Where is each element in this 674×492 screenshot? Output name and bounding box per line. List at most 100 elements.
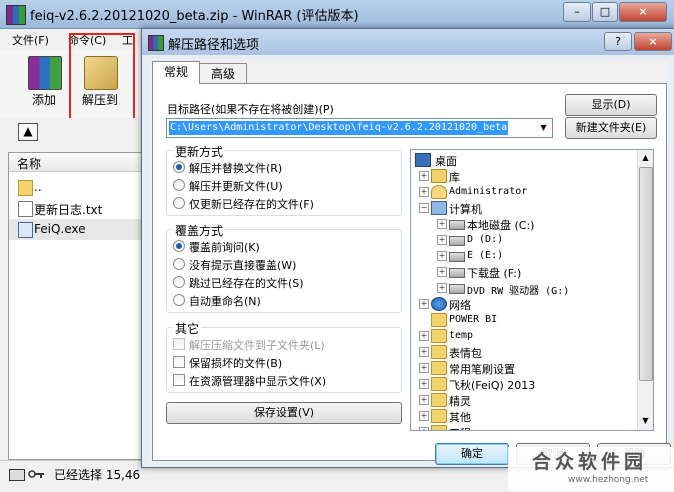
- radio-indicator: [173, 258, 185, 270]
- radio-label: 解压并更新文件(U): [189, 180, 283, 193]
- expand-icon[interactable]: +: [419, 411, 429, 421]
- tree-node-label: 飞秋(FeiQ) 2013: [449, 379, 536, 392]
- checkbox-indicator: [173, 374, 185, 386]
- tree-node-label: 库: [449, 171, 460, 184]
- tab-advanced[interactable]: 高级: [199, 63, 247, 84]
- update-mode-title: 更新方式: [173, 143, 226, 160]
- column-header-name[interactable]: 名称: [9, 153, 146, 172]
- expand-icon[interactable]: +: [419, 187, 429, 197]
- minimize-button[interactable]: –: [563, 2, 591, 22]
- expand-icon[interactable]: +: [419, 331, 429, 341]
- network-icon: [431, 297, 447, 311]
- folder-tree[interactable]: 桌面 + 库 + Administrator − 计算机 + 本地磁盘 (C:)…: [410, 149, 654, 431]
- tree-node-label: temp: [449, 330, 474, 341]
- main-window-title: feiq-v2.6.2.20121020_beta.zip - WinRAR (…: [30, 9, 359, 24]
- dialog-app-icon: [148, 35, 164, 51]
- add-button[interactable]: 添加: [16, 52, 72, 114]
- checkbox-label: 解压压缩文件到子文件夹(L): [189, 339, 325, 352]
- tree-node-label: 其他: [449, 411, 471, 424]
- show-button[interactable]: 显示(D): [565, 94, 657, 116]
- radio-label: 自动重命名(N): [189, 295, 261, 308]
- winrar-app-icon: [6, 5, 26, 25]
- up-folder-icon[interactable]: ▲: [18, 123, 38, 141]
- target-path-combobox[interactable]: C:\Users\Administrator\Desktop\feiq-v2.6…: [166, 118, 553, 138]
- drive-icon: [9, 469, 25, 481]
- expand-icon[interactable]: +: [419, 299, 429, 309]
- help-title-button[interactable]: ?: [604, 32, 632, 51]
- chevron-down-icon[interactable]: ▼: [536, 120, 551, 136]
- ok-button[interactable]: 确定: [435, 443, 509, 465]
- user-folder-icon: [431, 185, 447, 199]
- scrollbar-thumb[interactable]: [639, 167, 653, 381]
- tree-node-label: 本地磁盘 (C:): [467, 219, 535, 232]
- tree-node-label: D (D:): [467, 234, 504, 245]
- exe-file-icon: [18, 222, 33, 238]
- maximize-button[interactable]: □: [592, 2, 618, 22]
- radio-label: 覆盖前询问(K): [189, 241, 260, 254]
- file-row[interactable]: FeiQ.exe: [9, 219, 146, 240]
- tree-node-label: 网络: [449, 299, 471, 312]
- radio-indicator: [173, 197, 185, 209]
- expand-icon[interactable]: +: [437, 251, 447, 261]
- expand-icon[interactable]: +: [419, 427, 429, 430]
- key-icon: [28, 469, 44, 479]
- expand-icon[interactable]: +: [419, 395, 429, 405]
- update-mode-group: 更新方式 解压并替换文件(R) 解压并更新文件(U) 仅更新已经存在的文件(F): [166, 143, 402, 216]
- tree-node-label: 工程: [449, 425, 471, 430]
- folder-icon: [431, 393, 447, 407]
- tree-node-label: 下载盘 (F:): [467, 267, 522, 280]
- expand-icon[interactable]: +: [419, 171, 429, 181]
- tree-node-label: 计算机: [449, 203, 482, 216]
- overwrite-mode-title: 覆盖方式: [173, 222, 226, 239]
- folder-icon: [431, 329, 447, 343]
- file-row[interactable]: 更新日志.txt: [9, 198, 146, 219]
- overwrite-mode-group: 覆盖方式 覆盖前询问(K) 没有提示直接覆盖(W) 跳过已经存在的文件(S) 自…: [166, 222, 402, 313]
- tab-panel-general: 目标路径(如果不存在将被创建)(P) 显示(D) 新建文件夹(E) C:\Use…: [152, 83, 667, 461]
- collapse-icon[interactable]: −: [419, 203, 429, 213]
- folder-icon: [431, 345, 447, 359]
- folder-icon: [431, 425, 447, 430]
- scroll-down-icon[interactable]: ▼: [640, 414, 651, 428]
- radio-indicator: [173, 240, 185, 252]
- main-close-button[interactable]: ×: [619, 2, 667, 22]
- expand-icon[interactable]: +: [437, 235, 447, 245]
- save-settings-button[interactable]: 保存设置(V): [166, 402, 402, 424]
- drive-icon: [449, 268, 465, 278]
- checkbox-indicator: [173, 356, 185, 368]
- new-folder-button[interactable]: 新建文件夹(E): [565, 117, 657, 139]
- checkbox-indicator: [173, 338, 185, 350]
- radio-label: 解压并替换文件(R): [189, 162, 283, 175]
- expand-icon[interactable]: +: [419, 347, 429, 357]
- close-button[interactable]: ×: [634, 32, 672, 51]
- column-header-label: 名称: [17, 157, 42, 171]
- drive-icon: [449, 220, 465, 230]
- file-list: 名称 .. 更新日志.txt FeiQ.exe: [8, 152, 147, 460]
- tree-node-label: 精灵: [449, 395, 471, 408]
- expand-icon[interactable]: +: [419, 363, 429, 373]
- radio-indicator: [173, 161, 185, 173]
- tab-general[interactable]: 常规: [152, 61, 200, 84]
- scroll-up-icon[interactable]: ▲: [640, 151, 651, 165]
- text-file-icon: [18, 201, 33, 217]
- expand-icon[interactable]: +: [419, 379, 429, 389]
- watermark-text: 合众软件园: [532, 451, 648, 473]
- dialog-title-bar: 解压路径和选项 ? ×: [142, 29, 674, 55]
- computer-icon: [431, 201, 447, 215]
- tree-node-label: POWER BI: [449, 314, 498, 325]
- navigation-bar: ▲: [0, 118, 145, 146]
- add-archive-icon: [28, 56, 62, 90]
- tree-node-label: 表情包: [449, 347, 482, 360]
- drive-icon: [449, 252, 465, 262]
- radio-indicator: [173, 294, 185, 306]
- expand-icon[interactable]: +: [437, 267, 447, 277]
- tree-scrollbar[interactable]: ▲ ▼: [637, 150, 653, 430]
- tree-node-label: DVD RW 驱动器 (G:): [467, 286, 570, 297]
- expand-icon[interactable]: +: [437, 219, 447, 229]
- file-row[interactable]: ..: [9, 177, 146, 198]
- file-name: ..: [34, 180, 42, 194]
- dvd-drive-icon: [449, 284, 465, 294]
- extraction-dialog: 解压路径和选项 ? × 常规 高级 目标路径(如果不存在将被创建)(P) 显示(…: [141, 28, 674, 468]
- menu-file[interactable]: 文件(F): [12, 32, 49, 48]
- expand-icon[interactable]: +: [437, 283, 447, 293]
- tree-node-label: E (E:): [467, 250, 504, 261]
